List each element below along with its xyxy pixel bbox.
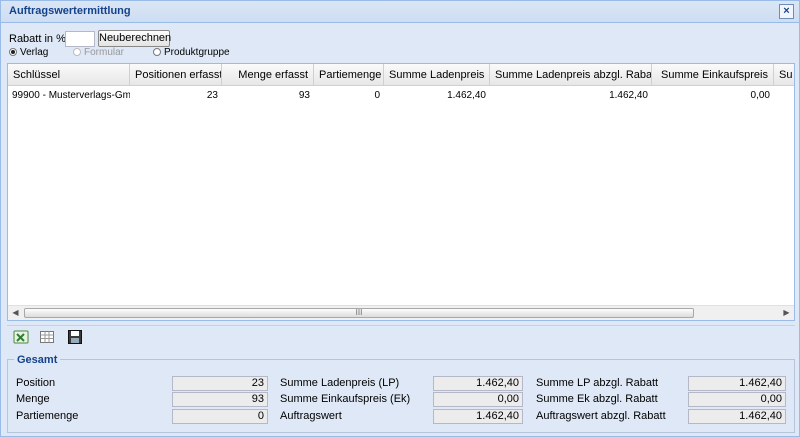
rabatt-input[interactable] <box>65 31 95 47</box>
summary-value-summe-ek: 0,00 <box>433 392 523 407</box>
grouping-radio-group: Verlag Formular Produktgruppe <box>9 47 309 61</box>
radio-checked-icon <box>9 48 17 56</box>
column-header-menge[interactable]: Menge erfasst <box>222 64 314 85</box>
cell-schluessel: 99900 - Musterverlags-GmbH <box>12 90 130 101</box>
grid-header: Schlüssel Positionen erfasst Menge erfas… <box>8 64 794 86</box>
grid-toolbar <box>7 325 795 347</box>
scroll-left-icon[interactable]: ◀ <box>8 306 23 320</box>
summary-label-menge: Menge <box>16 393 50 405</box>
summary-legend: Gesamt <box>14 354 61 366</box>
cell-summe-ladenpreis-rabatt: 1.462,40 <box>609 90 648 101</box>
summary-value-menge: 93 <box>172 392 268 407</box>
summary-value-summe-lp: 1.462,40 <box>433 376 523 391</box>
cell-summe-einkaufspreis: 0,00 <box>750 90 770 101</box>
window-titlebar[interactable]: Auftragswertermittlung × <box>1 1 799 23</box>
window-title: Auftragswertermittlung <box>9 5 131 17</box>
rabatt-label: Rabatt in % <box>9 33 66 45</box>
scroll-right-icon[interactable]: ▶ <box>779 306 794 320</box>
radio-unchecked-icon <box>73 48 81 56</box>
column-header-summe-ladenpreis[interactable]: Summe Ladenpreis <box>384 64 490 85</box>
cell-partiemenge: 0 <box>374 90 380 101</box>
summary-value-lp-rabatt: 1.462,40 <box>688 376 786 391</box>
radio-formular-label: Formular <box>84 47 125 58</box>
summary-label-lp-rabatt: Summe LP abzgl. Rabatt <box>536 377 659 389</box>
table-row[interactable]: 99900 - Musterverlags-GmbH 23 93 0 1.462… <box>8 87 794 105</box>
summary-label-summe-lp: Summe Ladenpreis (LP) <box>280 377 400 389</box>
summary-label-auftragswert: Auftragswert <box>280 410 342 422</box>
summary-label-partiemenge: Partiemenge <box>16 410 79 422</box>
save-icon[interactable] <box>67 329 85 346</box>
summary-value-auftragswert: 1.462,40 <box>433 409 523 424</box>
summary-value-ek-rabatt: 0,00 <box>688 392 786 407</box>
column-header-summe-ladenpreis-rabatt[interactable]: Summe Ladenpreis abzgl. Rabatt <box>490 64 652 85</box>
recalculate-button[interactable]: Neuberechnen <box>98 30 171 47</box>
column-header-truncated[interactable]: Su <box>774 64 794 85</box>
cell-positionen: 23 <box>206 90 218 101</box>
summary-label-position: Position <box>16 377 56 389</box>
cell-summe-ladenpreis: 1.462,40 <box>447 90 486 101</box>
column-header-positionen[interactable]: Positionen erfasst <box>130 64 222 85</box>
radio-unchecked-icon <box>153 48 161 56</box>
radio-verlag-label: Verlag <box>20 47 49 58</box>
summary-fieldset: Gesamt Position 23 Menge 93 Partiemenge … <box>7 354 795 433</box>
scroll-thumb[interactable]: III <box>24 308 694 318</box>
summary-label-auftragswert-rabatt: Auftragswert abzgl. Rabatt <box>536 410 666 422</box>
summary-label-summe-ek: Summe Einkaufspreis (Ek) <box>280 393 411 405</box>
grid-icon[interactable] <box>39 329 57 346</box>
summary-label-ek-rabatt: Summe Ek abzgl. Rabatt <box>536 393 658 405</box>
summary-value-partiemenge: 0 <box>172 409 268 424</box>
summary-value-position: 23 <box>172 376 268 391</box>
column-header-summe-einkaufspreis[interactable]: Summe Einkaufspreis <box>652 64 774 85</box>
order-value-window: Auftragswertermittlung × Rabatt in % Neu… <box>0 0 800 437</box>
results-grid: Schlüssel Positionen erfasst Menge erfas… <box>7 63 795 321</box>
column-header-schluessel[interactable]: Schlüssel <box>8 64 130 85</box>
cell-menge: 93 <box>298 90 310 101</box>
horizontal-scrollbar[interactable]: ◀ III ▶ <box>8 305 794 320</box>
radio-verlag[interactable]: Verlag <box>9 47 48 58</box>
radio-produktgruppe[interactable]: Produktgruppe <box>153 47 230 58</box>
radio-produktgruppe-label: Produktgruppe <box>164 47 230 58</box>
summary-value-auftragswert-rabatt: 1.462,40 <box>688 409 786 424</box>
close-icon[interactable]: × <box>779 4 794 19</box>
radio-formular: Formular <box>73 47 124 58</box>
column-header-partiemenge[interactable]: Partiemenge <box>314 64 384 85</box>
excel-export-icon[interactable] <box>13 329 31 346</box>
